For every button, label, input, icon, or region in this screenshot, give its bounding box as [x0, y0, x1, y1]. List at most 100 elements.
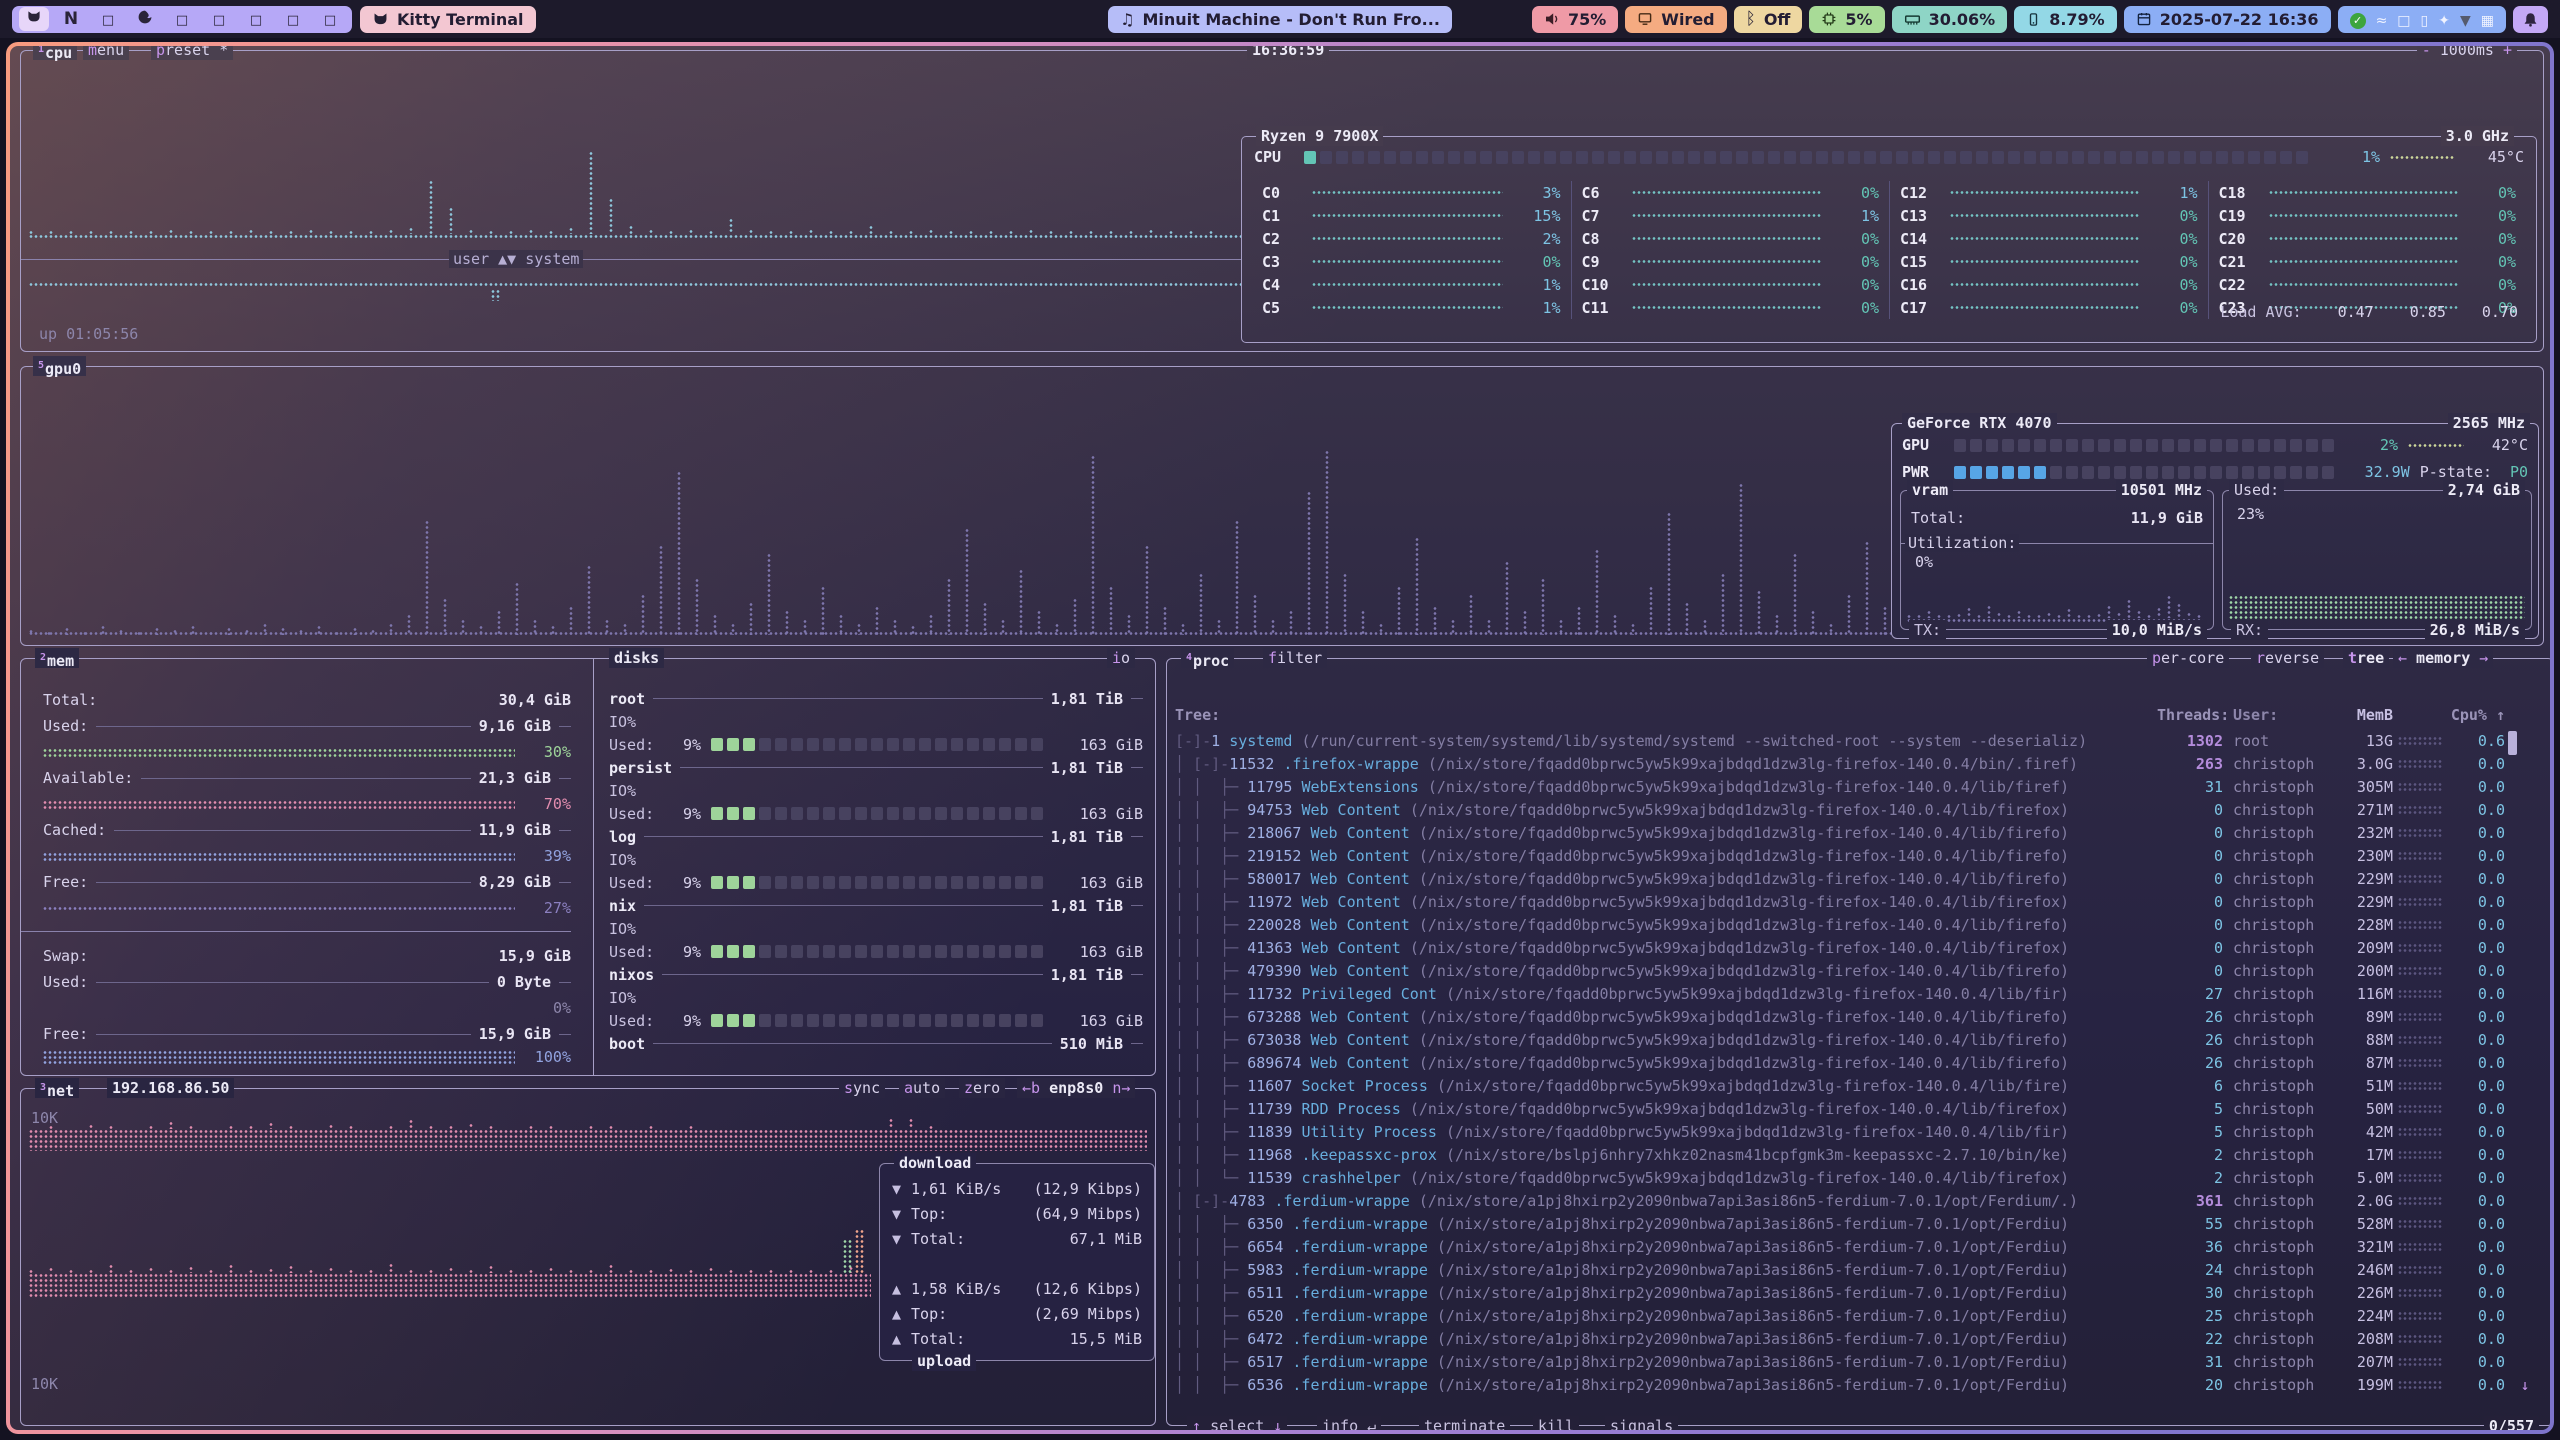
volume-button[interactable]: 75% — [1532, 6, 1618, 33]
check-icon[interactable]: ✓ — [2350, 9, 2366, 29]
sort-column-switcher[interactable]: ← memory → — [2393, 648, 2493, 668]
key-icon[interactable]: ✦ — [2438, 10, 2450, 29]
window-icon[interactable]: □ — [2397, 10, 2410, 29]
per-core-tab[interactable]: per-core — [2147, 648, 2229, 668]
process-row[interactable]: │ │ ├─ 479390 Web Content (/nix/store/fq… — [1175, 959, 2545, 982]
proc-selection-position: 0/557 — [2484, 1416, 2539, 1430]
filter-tab[interactable]: filter — [1263, 648, 1327, 668]
core-row: C121% — [1900, 181, 2198, 204]
media-player-button[interactable]: ♫ Minuit Machine - Don't Run Fro... — [1108, 6, 1452, 33]
disk-row: nixos1,81 TiB — [609, 963, 1143, 986]
process-row[interactable]: │ │ └─ 11539 crashhelper (/nix/store/fqa… — [1175, 1166, 2545, 1189]
workspace-2-N-icon[interactable]: N — [61, 9, 81, 29]
core-row: C115% — [1262, 204, 1561, 227]
disk-row: log1,81 TiB — [609, 825, 1143, 848]
mem-meter: 27% — [43, 895, 571, 921]
process-row[interactable]: │ │ ├─ 6536 .ferdium-wrappe (/nix/store/… — [1175, 1373, 2545, 1396]
preset-tab[interactable]: preset * — [151, 46, 233, 60]
workspace-7-square-icon[interactable]: □ — [246, 10, 266, 28]
io-tab[interactable]: io — [1107, 648, 1135, 668]
process-row[interactable]: [-]-1 systemd (/run/current-system/syste… — [1175, 729, 2545, 752]
clock-button[interactable]: 2025-07-22 16:36 — [2124, 6, 2331, 33]
threads-column-header[interactable]: Threads: — [2157, 706, 2223, 724]
workspace-9-square-icon[interactable]: □ — [320, 10, 340, 28]
tree-tab[interactable]: tree — [2343, 648, 2389, 668]
keyboard-icon[interactable]: ▦ — [2481, 10, 2494, 29]
mem-meter: 70% — [43, 791, 571, 817]
process-row[interactable]: │ │ ├─ 6350 .ferdium-wrappe (/nix/store/… — [1175, 1212, 2545, 1235]
proc-footer-select[interactable]: ↑ ↑ select ↓select ↓ — [1187, 1416, 1287, 1430]
phone-icon[interactable]: ▯ — [2421, 10, 2429, 29]
proc-footer-info[interactable]: info ↵ — [1317, 1416, 1381, 1430]
memory-usage-button[interactable]: 30.06% — [1892, 6, 2008, 33]
workspace-6-square-icon[interactable]: □ — [209, 10, 229, 28]
proc-footer-signals[interactable]: signals — [1605, 1416, 1678, 1430]
process-row[interactable]: │ │ ├─ 6654 .ferdium-wrappe (/nix/store/… — [1175, 1235, 2545, 1258]
process-row[interactable]: │ │ ├─ 6472 .ferdium-wrappe (/nix/store/… — [1175, 1327, 2545, 1350]
workspace-5-square-icon[interactable]: □ — [172, 10, 192, 28]
download-box-title: download — [894, 1153, 976, 1173]
reverse-tab[interactable]: reverse — [2251, 648, 2324, 668]
process-row[interactable]: │ │ ├─ 580017 Web Content (/nix/store/fq… — [1175, 867, 2545, 890]
bluetooth-icon: ᛒ — [1746, 9, 1756, 29]
active-window-button[interactable]: Kitty Terminal — [360, 6, 536, 33]
disk-usage-button[interactable]: 8.79% — [2014, 6, 2117, 33]
process-row[interactable]: │ │ ├─ 11732 Privileged Cont (/nix/store… — [1175, 982, 2545, 1005]
bluetooth-button[interactable]: ᛒ Off — [1734, 6, 1803, 33]
process-row[interactable]: │ │ ├─ 11968 .keepassxc-prox (/nix/store… — [1175, 1143, 2545, 1166]
workspace-switcher[interactable]: N □ □ □ □ □ □ — [12, 6, 352, 33]
gpu-temp-value: 42°C — [2474, 436, 2528, 454]
process-scrollbar-thumb[interactable] — [2508, 731, 2517, 755]
core-row: C60% — [1582, 181, 1880, 204]
process-row[interactable]: │ │ ├─ 11739 RDD Process (/nix/store/fqa… — [1175, 1097, 2545, 1120]
system-tray[interactable]: ✓ ≈ □ ▯ ✦ ▼ ▦ — [2338, 6, 2506, 33]
shield-icon[interactable]: ▼ — [2460, 10, 2471, 29]
disk-row: boot510 MiB — [609, 1032, 1143, 1055]
process-row[interactable]: │ │ ├─ 5983 .ferdium-wrappe (/nix/store/… — [1175, 1258, 2545, 1281]
process-row[interactable]: │ │ ├─ 41363 Web Content (/nix/store/fqa… — [1175, 936, 2545, 959]
process-row[interactable]: │ │ ├─ 11607 Socket Process (/nix/store/… — [1175, 1074, 2545, 1097]
gpu-util-meter — [1954, 439, 2346, 452]
process-row[interactable]: │ │ ├─ 11972 Web Content (/nix/store/fqa… — [1175, 890, 2545, 913]
user-column-header[interactable]: User: — [2223, 706, 2323, 724]
process-row[interactable]: │ │ ├─ 6520 .ferdium-wrappe (/nix/store/… — [1175, 1304, 2545, 1327]
process-row[interactable]: │ │ ├─ 218067 Web Content (/nix/store/fq… — [1175, 821, 2545, 844]
process-row[interactable]: │ │ ├─ 220028 Web Content (/nix/store/fq… — [1175, 913, 2545, 936]
cpu-core-box: Ryzen 9 7900X 3.0 GHz CPU 1% 45°C C03%C1… — [1241, 136, 2537, 343]
network-button[interactable]: Wired — [1625, 6, 1726, 33]
workspace-8-square-icon[interactable]: □ — [283, 10, 303, 28]
upload-graph-spikes — [29, 1233, 871, 1273]
cpu-column-header[interactable]: Cpu% ↑ — [2447, 706, 2505, 724]
notifications-button[interactable] — [2513, 6, 2548, 33]
proc-footer-kill[interactable]: kill — [1533, 1416, 1579, 1430]
process-row[interactable]: │ │ ├─ 219152 Web Content (/nix/store/fq… — [1175, 844, 2545, 867]
process-row[interactable]: │ │ ├─ 11795 WebExtensions (/nix/store/f… — [1175, 775, 2545, 798]
menu-tab[interactable]: menu — [83, 46, 129, 60]
wave-icon[interactable]: ≈ — [2376, 10, 2388, 29]
workspace-4-firefox-icon[interactable] — [135, 9, 155, 29]
process-row[interactable]: │ │ ├─ 689674 Web Content (/nix/store/fq… — [1175, 1051, 2545, 1074]
process-row[interactable]: │ │ ├─ 6511 .ferdium-wrappe (/nix/store/… — [1175, 1281, 2545, 1304]
cpu-usage-button[interactable]: 5% — [1809, 6, 1884, 33]
workspace-1-cat-icon[interactable] — [19, 7, 49, 31]
process-row[interactable]: │ [-]-11532 .firefox-wrappe (/nix/store/… — [1175, 752, 2545, 775]
rx-graph — [2229, 595, 2525, 621]
cpu-model-label: Ryzen 9 7900X — [1256, 126, 1383, 146]
process-row[interactable]: │ [-]-4783 .ferdium-wrappe (/nix/store/a… — [1175, 1189, 2545, 1212]
cpu-system-baseline — [29, 282, 1241, 287]
process-row[interactable]: │ │ ├─ 673288 Web Content (/nix/store/fq… — [1175, 1005, 2545, 1028]
memory-column-header[interactable]: MemB — [2323, 706, 2393, 724]
cpu-frequency-label: 3.0 GHz — [2441, 126, 2514, 146]
memory-stats: Total:30,4 GiBUsed:9,16 GiB30%Available:… — [43, 687, 571, 1067]
proc-footer-terminate[interactable]: terminate — [1419, 1416, 1510, 1430]
process-row[interactable]: │ │ ├─ 94753 Web Content (/nix/store/fqa… — [1175, 798, 2545, 821]
update-interval-control[interactable]: - 1000ms + — [2417, 46, 2517, 60]
upload-stats: ▲1,58 KiB/s(12,6 Kibps)▲Top:(2,69 Mibps)… — [880, 1276, 1154, 1351]
core-row: C51% — [1262, 296, 1561, 319]
workspace-3-square-icon[interactable]: □ — [98, 10, 118, 28]
disk-io-row: IO% — [609, 917, 1143, 940]
process-row[interactable]: │ │ ├─ 6517 .ferdium-wrappe (/nix/store/… — [1175, 1350, 2545, 1373]
process-row[interactable]: │ │ ├─ 673038 Web Content (/nix/store/fq… — [1175, 1028, 2545, 1051]
process-row[interactable]: │ │ ├─ 11839 Utility Process (/nix/store… — [1175, 1120, 2545, 1143]
disk-used-row: Used:9%163 GiB — [609, 1009, 1143, 1032]
